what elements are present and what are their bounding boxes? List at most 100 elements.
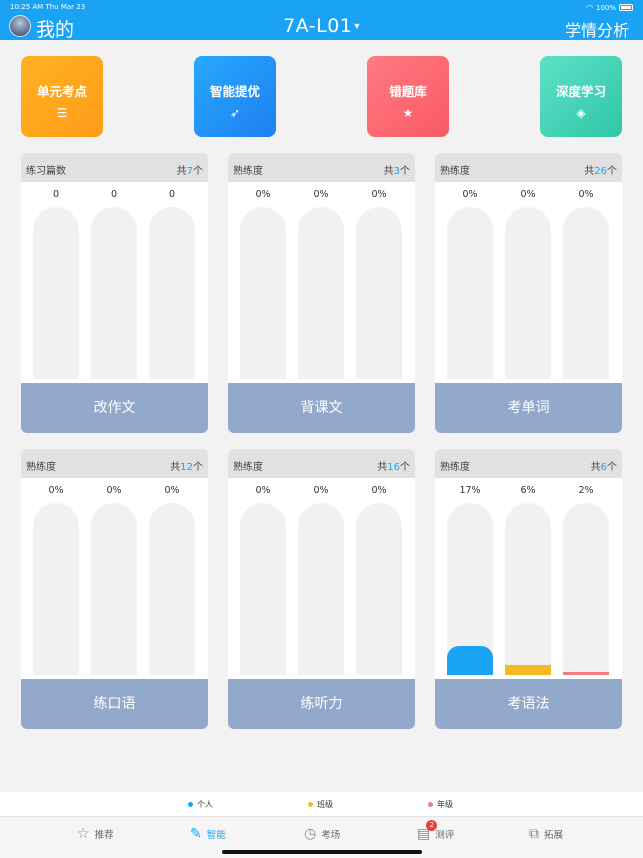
bar-value-label: 0% — [255, 485, 271, 496]
progress-bar — [240, 503, 286, 675]
card-header: 练习篇数 共7个 — [21, 153, 208, 182]
wrong-questions-tile[interactable]: 错题库 ★ — [367, 56, 449, 137]
home-indicator[interactable] — [222, 850, 422, 854]
pen-circle-icon: ✎ — [190, 826, 202, 842]
bar-value-label: 0% — [48, 485, 64, 496]
status-bar: 10:25 AM Thu Mar 23 ◠ 100% — [0, 0, 643, 14]
class-selector[interactable]: 7A-L01 ▾ — [0, 15, 643, 37]
bar-value-label: 0% — [164, 485, 180, 496]
rocket-icon: ➶ — [229, 106, 241, 120]
grammar-card: 熟练度 共6个 17% 6% 2% 考语法 — [435, 449, 622, 729]
progress-bar — [240, 207, 286, 379]
card-action-button[interactable]: 练听力 — [228, 679, 415, 729]
card-action-button[interactable]: 练口语 — [21, 679, 208, 729]
progress-bar — [149, 207, 195, 379]
tab-glyph: ⧉ — [529, 826, 539, 842]
tab-assessment[interactable]: ▤ 2 测评 — [417, 820, 455, 842]
progress-bar — [356, 503, 402, 675]
bar-value-label: 0% — [578, 189, 594, 200]
tab-recommend[interactable]: ☆ 推荐 — [77, 826, 114, 842]
tab-label: 推荐 — [94, 830, 114, 841]
progress-bar — [298, 207, 344, 379]
card-total: 共16个 — [377, 458, 410, 473]
progress-bar — [149, 503, 195, 675]
tab-label: 智能 — [206, 830, 226, 841]
bar-fill — [563, 672, 609, 675]
essay-card: 练习篇数 共7个 0 0 0 改作文 — [21, 153, 208, 433]
legend-dot-icon — [308, 802, 313, 807]
tab-smart[interactable]: ✎ 智能 — [190, 826, 226, 842]
total-number: 26 — [594, 166, 607, 177]
total-suffix: 个 — [193, 166, 203, 177]
card-metric-label: 熟练度 — [440, 462, 470, 473]
tile-label: 智能提优 — [209, 84, 260, 99]
card-total: 共12个 — [170, 458, 203, 473]
speaking-card: 熟练度 共12个 0% 0% 0% 练口语 — [21, 449, 208, 729]
legend-item: 年级 — [428, 799, 453, 810]
progress-bar — [33, 503, 79, 675]
vocab-card: 熟练度 共26个 0% 0% 0% 考单词 — [435, 153, 622, 433]
wifi-icon: ◠ — [586, 3, 593, 12]
listening-card: 熟练度 共16个 0% 0% 0% 练听力 — [228, 449, 415, 729]
status-date-text: Thu Mar 23 — [45, 3, 86, 11]
card-action-button[interactable]: 考语法 — [435, 679, 622, 729]
tab-label: 测评 — [435, 830, 455, 841]
total-prefix: 共 — [383, 166, 394, 177]
battery-percent: 100% — [595, 3, 616, 12]
deep-learning-tile[interactable]: 深度学习 ◈ — [540, 56, 622, 137]
bar-value-label: 0% — [371, 485, 387, 496]
legend-dot-icon — [428, 802, 433, 807]
progress-bar — [91, 503, 137, 675]
tab-label: 拓展 — [544, 830, 564, 841]
list-icon: ☰ — [56, 106, 68, 120]
chevron-down-icon: ▾ — [354, 21, 360, 32]
progress-bar — [91, 207, 137, 379]
card-action-button[interactable]: 背课文 — [228, 383, 415, 433]
total-prefix: 共 — [590, 462, 601, 473]
bar-value-label: 6% — [520, 485, 536, 496]
progress-bar — [356, 207, 402, 379]
card-metric-label: 熟练度 — [233, 166, 263, 177]
bar-fill — [447, 646, 493, 675]
bar-value-label: 17% — [459, 485, 481, 496]
progress-bar — [447, 207, 493, 379]
progress-bar — [505, 207, 551, 379]
total-suffix: 个 — [607, 462, 617, 473]
total-prefix: 共 — [377, 462, 388, 473]
navigation-bar: 10:25 AM Thu Mar 23 ◠ 100% 我的 7A-L01 ▾ 学情… — [0, 0, 643, 41]
total-prefix: 共 — [170, 462, 181, 473]
tab-glyph: ✎ — [190, 826, 202, 842]
tile-label: 单元考点 — [36, 84, 87, 99]
card-header: 熟练度 共16个 — [228, 449, 415, 478]
tab-glyph: ☆ — [77, 826, 90, 842]
tab-exam-room[interactable]: ◷ 考场 — [304, 826, 340, 842]
total-suffix: 个 — [400, 462, 410, 473]
legend-label: 个人 — [197, 800, 213, 809]
card-action-button[interactable]: 改作文 — [21, 383, 208, 433]
card-total: 共6个 — [591, 458, 617, 473]
card-metric-label: 熟练度 — [440, 166, 470, 177]
legend-item: 个人 — [188, 799, 213, 810]
smart-improve-tile[interactable]: 智能提优 ➶ — [194, 56, 276, 137]
legend-dot-icon — [188, 802, 193, 807]
bar-value-label: 0 — [52, 189, 60, 200]
analysis-link[interactable]: 学情分析 — [565, 17, 629, 41]
card-header: 熟练度 共26个 — [435, 153, 622, 182]
bar-fill — [505, 665, 551, 675]
class-selector-label: 7A-L01 — [283, 15, 353, 37]
layers-icon: ◈ — [576, 106, 586, 120]
bar-value-label: 0 — [110, 189, 118, 200]
tile-label: 错题库 — [389, 84, 427, 99]
legend-label: 年级 — [437, 800, 453, 809]
tab-extension[interactable]: ⧉ 拓展 — [529, 826, 563, 842]
tab-glyph: ◷ — [304, 826, 317, 842]
card-action-button[interactable]: 考单词 — [435, 383, 622, 433]
bar-value-label: 0% — [462, 189, 478, 200]
progress-bar — [505, 503, 551, 675]
tile-label: 深度学习 — [555, 84, 606, 99]
status-right: ◠ 100% — [586, 3, 633, 12]
total-prefix: 共 — [584, 166, 595, 177]
total-number: 16 — [387, 462, 400, 473]
unit-points-tile[interactable]: 单元考点 ☰ — [21, 56, 103, 137]
star-icon: ★ — [402, 106, 414, 120]
